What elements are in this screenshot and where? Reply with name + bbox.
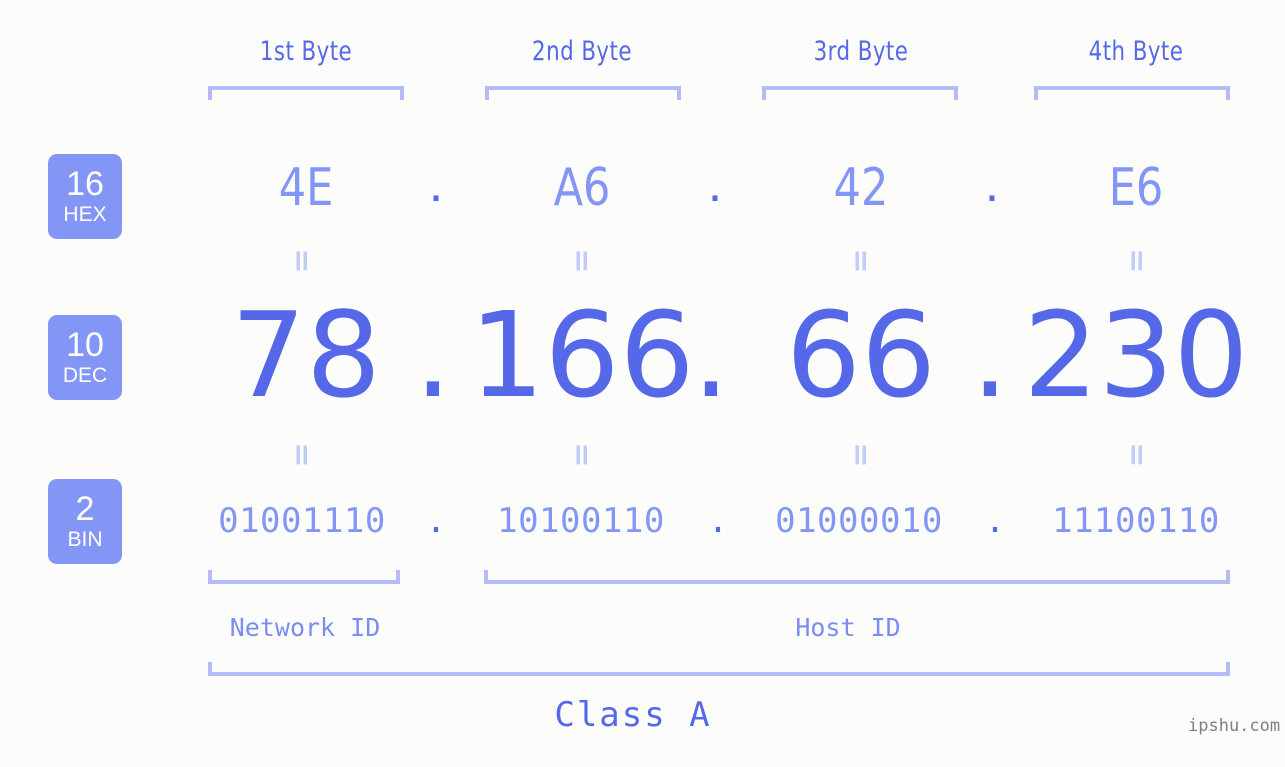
byte-header-label-2: 2nd Byte xyxy=(532,36,632,67)
hex-separator-3: . xyxy=(984,155,1000,213)
host-id-bracket xyxy=(484,570,1230,584)
hex-octet-1: 4E xyxy=(278,158,334,218)
ip-address-breakdown-diagram: 1st Byte 2nd Byte 3rd Byte 4th Byte 16 H… xyxy=(0,0,1285,767)
equals-mark-hex-dec-4: = xyxy=(1119,248,1154,274)
byte-bracket-top-2 xyxy=(485,86,681,100)
equals-mark-dec-bin-1: = xyxy=(284,442,319,468)
base-badge-bin-name: BIN xyxy=(67,528,103,551)
hex-octet-2: A6 xyxy=(553,158,611,218)
hex-separator-2: . xyxy=(707,155,723,213)
equals-mark-dec-bin-3: = xyxy=(843,442,878,468)
base-badge-bin-number: 2 xyxy=(75,490,95,528)
bin-octet-2: 10100110 xyxy=(497,501,665,541)
base-badge-hex: 16 HEX xyxy=(48,154,122,239)
byte-header-label-3: 3rd Byte xyxy=(813,36,909,67)
hex-octet-3: 42 xyxy=(833,158,889,218)
byte-bracket-top-4 xyxy=(1034,86,1230,100)
equals-mark-hex-dec-2: = xyxy=(564,248,599,274)
equals-mark-dec-bin-4: = xyxy=(1119,442,1154,468)
bin-octet-1: 01001110 xyxy=(218,501,386,541)
class-bracket xyxy=(208,662,1230,676)
host-id-label: Host ID xyxy=(795,613,901,642)
hex-separator-1: . xyxy=(428,155,444,213)
base-badge-hex-number: 16 xyxy=(66,165,104,203)
network-id-label: Network ID xyxy=(229,613,381,642)
byte-header-label-1: 1st Byte xyxy=(259,36,353,67)
base-badge-bin: 2 BIN xyxy=(48,479,122,564)
class-label: Class A xyxy=(554,695,712,735)
base-badge-dec-number: 10 xyxy=(66,326,104,364)
byte-bracket-top-3 xyxy=(762,86,958,100)
bin-octet-3: 01000010 xyxy=(775,501,943,541)
site-watermark: ipshu.com xyxy=(1188,716,1281,736)
base-badge-dec: 10 DEC xyxy=(48,315,122,400)
equals-mark-dec-bin-2: = xyxy=(564,442,599,468)
dec-octet-4: 230 xyxy=(1023,286,1249,424)
hex-octet-4: E6 xyxy=(1108,158,1164,218)
equals-mark-hex-dec-1: = xyxy=(284,248,319,274)
network-id-bracket xyxy=(208,570,400,584)
equals-mark-hex-dec-3: = xyxy=(843,248,878,274)
bin-octet-4: 11100110 xyxy=(1052,501,1220,541)
base-badge-dec-name: DEC xyxy=(62,364,108,387)
byte-bracket-top-1 xyxy=(208,86,404,100)
byte-header-label-4: 4th Byte xyxy=(1088,36,1184,67)
base-badge-hex-name: HEX xyxy=(63,203,107,226)
